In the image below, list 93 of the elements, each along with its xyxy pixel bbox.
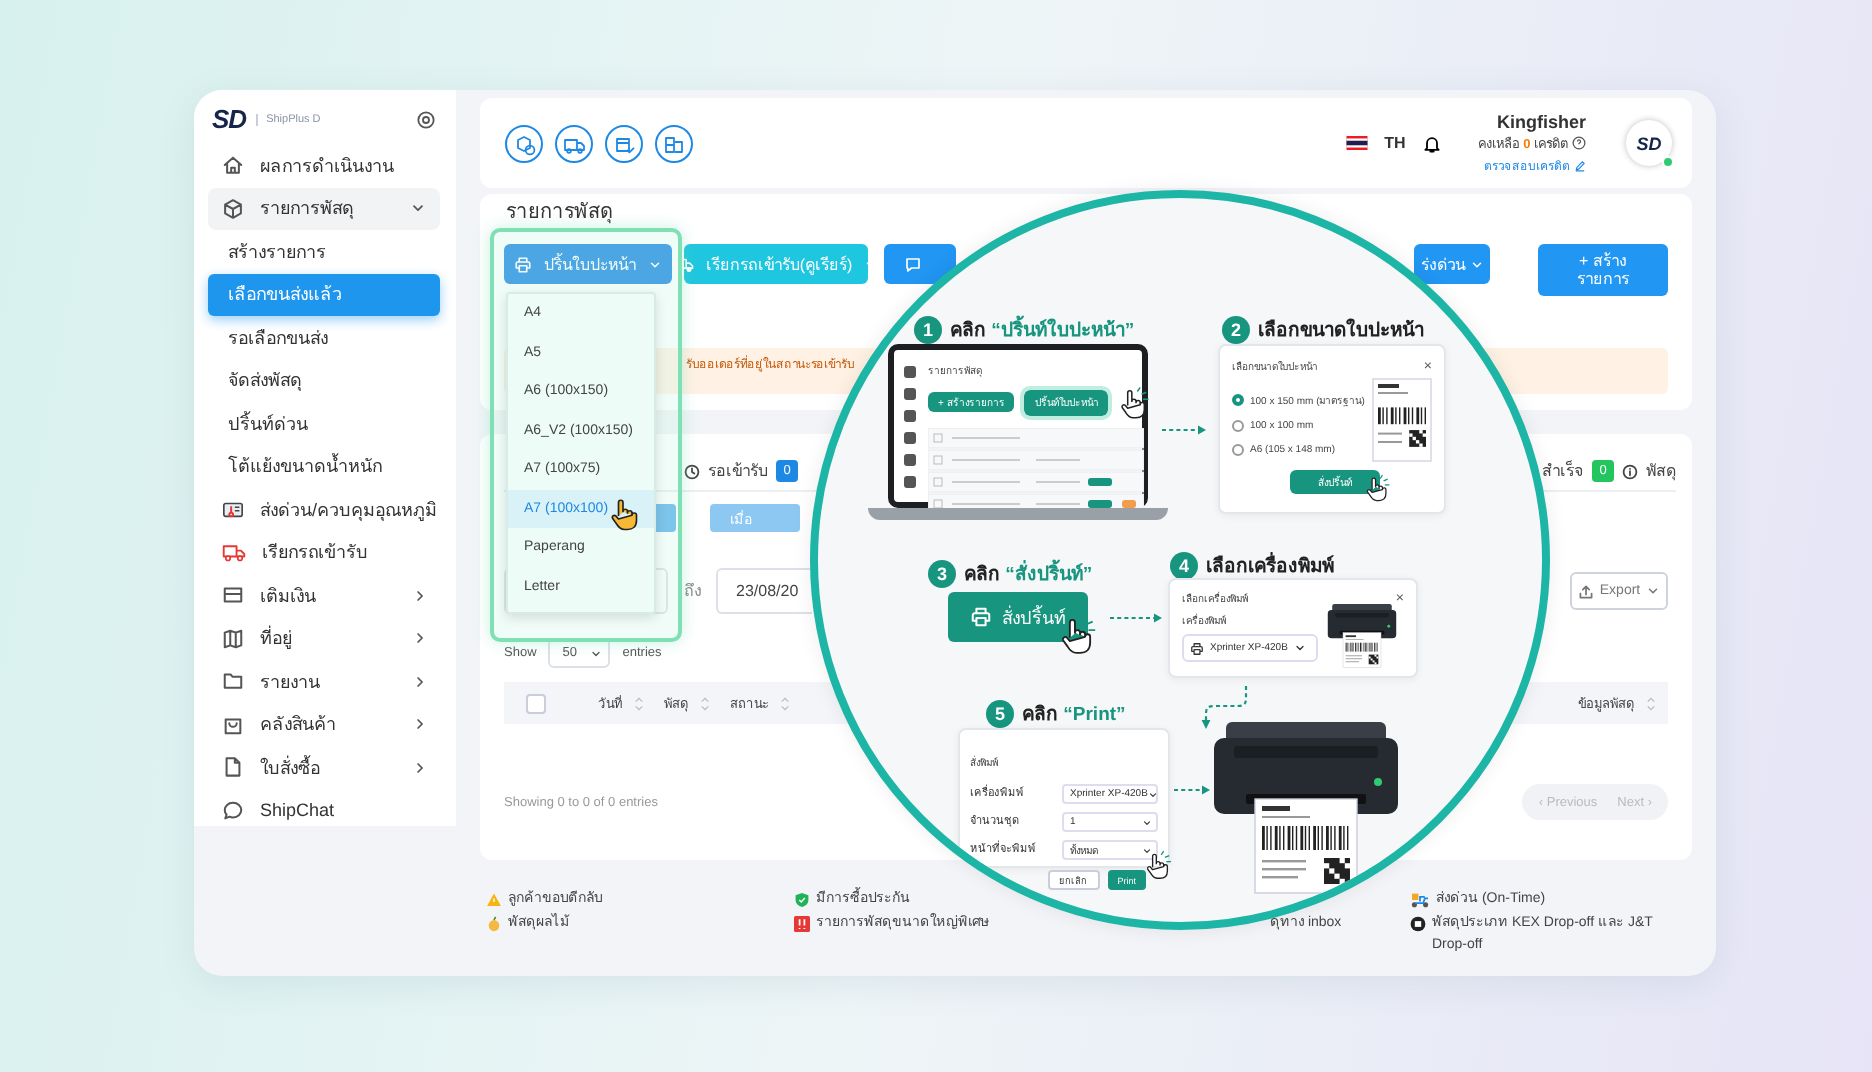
sort-icon <box>634 695 644 711</box>
step-number: 2 <box>1222 315 1250 343</box>
sort-icon <box>780 695 790 711</box>
box-clock-icon <box>504 123 544 163</box>
sidebar-subitem[interactable]: จัดส่งพัสดุ <box>194 359 456 402</box>
sidebar-item[interactable]: เรียกรถเข้ารับ <box>194 531 442 574</box>
step-title: เลือกเครื่องพิมพ์ <box>1206 550 1334 580</box>
chat-button[interactable] <box>884 244 956 284</box>
step-number: 1 <box>914 315 942 343</box>
sidebar-item[interactable]: ผลการดำเนินงาน <box>194 144 442 187</box>
box-check-icon <box>604 123 644 163</box>
boxes-icon <box>654 123 694 163</box>
sidebar-subitem[interactable]: โต้แย้งขนาดน้ำหนัก <box>194 445 456 488</box>
sort-icon <box>1646 695 1656 711</box>
radio-button[interactable] <box>1232 420 1244 432</box>
sort-icon <box>700 695 710 711</box>
chevron-down-icon <box>1142 817 1152 827</box>
oversize-icon <box>794 915 810 931</box>
sidebar-item[interactable]: เติมเงิน <box>194 574 442 617</box>
step-title: คลิก “ปริ้นท์ใบปะหน้า” <box>950 314 1135 344</box>
clicking-hand-icon <box>1364 474 1394 502</box>
sidebar-item[interactable]: ส่งด่วน/ควบคุมอุณหภูมิ <box>194 488 442 531</box>
settings-icon <box>416 109 436 129</box>
sidebar-icons-drawing <box>902 362 918 490</box>
edit-icon <box>1574 159 1586 171</box>
sidebar-subitem[interactable]: ปริ้นท์ด่วน <box>194 402 456 445</box>
sidebar-item[interactable]: คลังสินค้า <box>194 703 442 746</box>
select-all-checkbox[interactable] <box>526 693 546 713</box>
status-tab[interactable]: พัสดุ <box>1646 458 1676 484</box>
step-title: คลิก “Print” <box>1022 702 1126 728</box>
dotted-arrow <box>1162 424 1206 436</box>
pointing-hand-icon <box>608 498 638 531</box>
sidebar-item[interactable]: ที่อยู่ <box>194 617 442 660</box>
chat-icon <box>904 255 922 273</box>
chevron-down-icon <box>590 647 603 659</box>
chat-icon <box>222 799 244 822</box>
dotted-arrow <box>1110 612 1162 624</box>
sidebar-subitem[interactable]: รอเลือกขนส่ง <box>194 316 456 359</box>
document-icon <box>222 756 244 779</box>
status-tab[interactable]: สำเร็จ <box>1542 458 1584 484</box>
folder-icon <box>222 670 244 693</box>
date-range-label: ถึง <box>684 580 702 604</box>
account-avatar[interactable]: SD <box>1626 120 1672 166</box>
language-selector[interactable]: TH <box>1384 134 1406 152</box>
chevron-down-icon <box>1646 584 1661 598</box>
sidebar-subitem[interactable]: สร้างรายการ <box>194 230 456 273</box>
fruit-icon <box>486 915 502 931</box>
help-icon <box>1572 136 1586 150</box>
shipping-label-drawing <box>1372 378 1432 462</box>
printer-icon <box>514 255 532 273</box>
step-number: 4 <box>1170 551 1198 579</box>
truck-icon <box>554 123 594 163</box>
dotted-arrow <box>1198 686 1250 730</box>
dotted-arrow <box>1174 784 1210 796</box>
shopping-bag-icon <box>222 713 244 736</box>
cube-icon <box>222 197 244 220</box>
page-title: รายการพัสดุ <box>506 200 614 226</box>
chevron-down-icon <box>1469 257 1483 271</box>
brand-logo: SD <box>212 104 247 134</box>
scooter-icon <box>1410 891 1430 907</box>
sidebar-item[interactable]: ShipChat <box>194 789 442 832</box>
bell-icon <box>1421 133 1442 153</box>
date-to-field[interactable]: 23/08/20 <box>716 568 812 614</box>
chevron-down-icon <box>1147 789 1158 799</box>
printer-drawing <box>1324 604 1400 668</box>
chevron-down-icon <box>648 257 662 271</box>
thermometer-box-icon <box>222 498 244 521</box>
step-number: 3 <box>928 559 956 587</box>
step-title: เลือกขนาดใบปะหน้า <box>1258 316 1424 344</box>
wallet-icon <box>222 584 244 607</box>
warning-icon <box>486 891 502 907</box>
chevron-down-icon <box>1142 845 1152 855</box>
printer-icon <box>1190 641 1204 655</box>
map-icon <box>222 627 244 650</box>
upload-icon <box>1577 583 1594 599</box>
status-tab[interactable]: รอเข้ารับ <box>708 458 768 484</box>
home-icon <box>222 154 244 177</box>
radio-button[interactable] <box>1232 394 1244 406</box>
sidebar-item[interactable]: ใบสั่งซื้อ <box>194 746 442 789</box>
chevron-down-icon <box>1293 642 1306 654</box>
flag-icon <box>1346 136 1369 150</box>
user-name: Kingfisher <box>1496 111 1586 131</box>
clock-icon <box>684 463 700 479</box>
shield-icon <box>794 891 810 907</box>
step-number: 5 <box>986 699 1014 727</box>
sidebar-item[interactable]: รายการพัสดุ <box>208 187 440 230</box>
radio-button[interactable] <box>1232 444 1244 456</box>
drop-off-icon <box>1410 915 1426 931</box>
info-icon <box>1622 463 1638 479</box>
sidebar-item[interactable]: รายงาน <box>194 660 442 703</box>
printer-icon <box>970 606 992 628</box>
step-title: คลิก “สั่งปริ้นท์” <box>964 558 1093 588</box>
truck-icon <box>222 542 246 563</box>
